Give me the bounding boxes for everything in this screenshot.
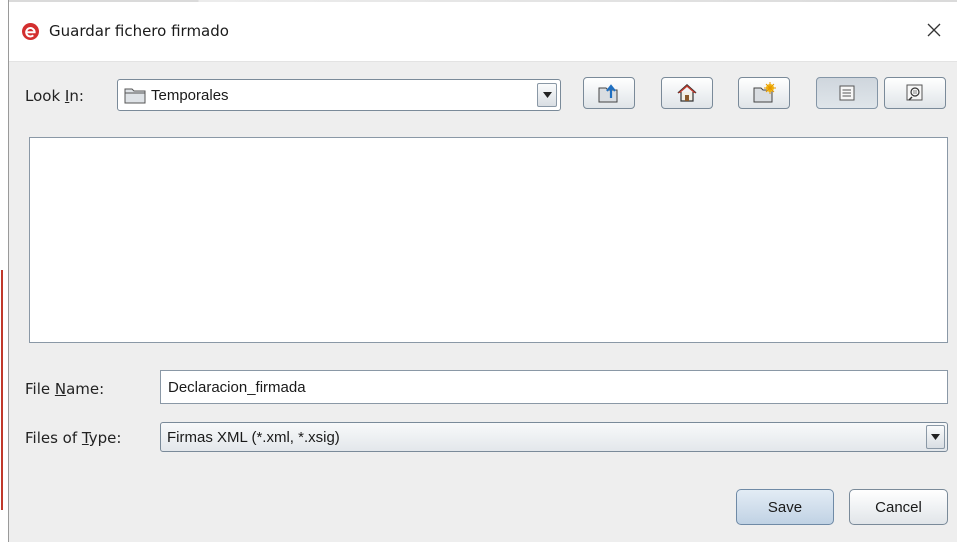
details-view-button[interactable] [884,77,946,109]
file-type-value: Firmas XML (*.xml, *.xsig) [167,428,340,446]
details-view-icon [906,84,923,101]
file-name-label: File Name: [25,380,105,398]
close-icon [927,23,941,37]
background-window-edge [0,0,8,542]
list-view-icon [839,85,855,101]
chevron-down-icon [542,92,552,98]
autofirma-logo-icon [22,23,39,40]
file-type-combo[interactable]: Firmas XML (*.xml, *.xsig) [160,422,948,452]
close-button[interactable] [911,12,957,48]
folder-icon [124,88,146,104]
title-bar: Guardar fichero firmado [9,0,957,62]
save-button[interactable]: Save [736,489,834,525]
list-view-button[interactable] [816,77,878,109]
home-icon [677,83,697,102]
home-button[interactable] [661,77,713,109]
folder-up-icon [598,84,618,103]
new-folder-icon [753,82,776,103]
file-type-dropdown-arrow[interactable] [926,425,945,449]
look-in-label: Look In: [25,87,84,105]
chevron-down-icon [931,434,940,440]
file-list[interactable] [29,137,948,343]
background-text-remnant [9,0,957,2]
file-name-input[interactable]: Declaracion_firmada [160,370,948,404]
up-one-level-button[interactable] [583,77,635,109]
background-accent-line [1,270,3,510]
create-new-folder-button[interactable] [738,77,790,109]
cancel-button[interactable]: Cancel [849,489,948,525]
look-in-dropdown-arrow[interactable] [537,83,557,107]
window-title: Guardar fichero firmado [49,22,229,40]
file-type-label: Files of Type: [25,429,122,447]
save-file-dialog: Guardar fichero firmado Look In: Tempora… [8,0,957,542]
dialog-content: Look In: Temporales File Name: Declaraci… [9,62,957,542]
look-in-value: Temporales [151,86,229,104]
look-in-combo[interactable]: Temporales [117,79,561,111]
